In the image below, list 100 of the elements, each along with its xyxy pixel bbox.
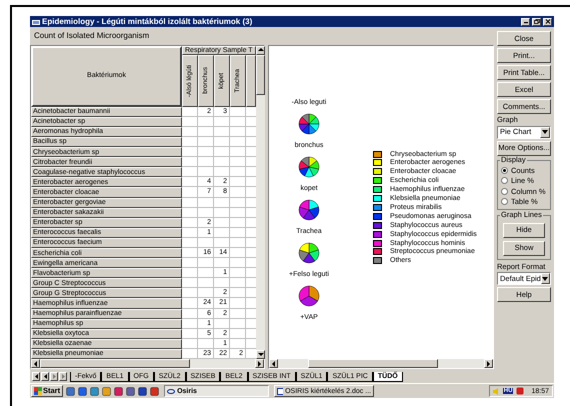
table-cell [246, 147, 256, 158]
scroll-thumb[interactable] [256, 54, 265, 95]
windows-logo-icon [34, 387, 42, 395]
table-cell [246, 298, 256, 309]
restore-button[interactable] [532, 18, 541, 26]
table-cell [182, 177, 198, 188]
table-cell [246, 258, 256, 268]
table-cell [230, 288, 246, 298]
horizontal-scrollbar[interactable] [31, 359, 264, 368]
table-cell [182, 248, 198, 258]
table-cell [182, 208, 198, 218]
table-cell [230, 258, 246, 268]
scroll-right-button[interactable] [484, 359, 493, 368]
table-cell [182, 228, 198, 238]
table-cell [230, 328, 246, 339]
table-cell [198, 157, 214, 168]
table-cell [246, 187, 256, 198]
table-cell [182, 136, 198, 148]
pie-chart-drawing [298, 112, 320, 135]
table-cell [214, 167, 230, 178]
table-cell [182, 268, 198, 278]
table-cell [246, 126, 256, 137]
table-cell [214, 218, 230, 228]
table-cell [198, 338, 214, 349]
table-cell [214, 116, 230, 127]
table-cell [198, 208, 214, 218]
table-cell [182, 147, 198, 158]
table-cell [182, 288, 198, 298]
scroll-up-button[interactable] [256, 46, 265, 55]
table-cell [246, 106, 256, 117]
report-caption: Count of Isolated Microorganism [34, 30, 150, 42]
document-icon [277, 388, 284, 394]
table-cell [246, 136, 256, 148]
table-cell [246, 116, 256, 127]
table-cell [198, 258, 214, 268]
table-cell [198, 167, 214, 178]
minimize-icon [522, 19, 528, 24]
table-cell [182, 157, 198, 168]
tray-icon[interactable] [516, 387, 524, 395]
table-cell [230, 228, 246, 238]
table-cell [246, 248, 256, 258]
table-cell [182, 198, 198, 208]
table-cell [230, 248, 246, 258]
table-cell [230, 208, 246, 218]
table-cell [246, 208, 256, 218]
table-cell [182, 126, 198, 137]
table-cell [230, 126, 246, 137]
table-cell [182, 298, 198, 309]
table-cell [230, 187, 246, 198]
table-cell [246, 238, 256, 248]
table-cell [214, 157, 230, 168]
table-cell [246, 288, 256, 298]
table-cell [182, 348, 198, 359]
table-cell [182, 167, 198, 178]
scroll-left-button[interactable] [31, 359, 40, 368]
table-cell [182, 318, 198, 329]
sheet-nav-button[interactable] [50, 372, 58, 381]
table-cell [230, 318, 246, 329]
table-cell [246, 218, 256, 228]
close-icon [544, 19, 550, 24]
table-cell [198, 126, 214, 137]
sheet-nav-button[interactable] [59, 372, 67, 381]
scroll-thumb[interactable] [40, 359, 190, 368]
table-cell [182, 187, 198, 198]
table-cell [230, 298, 246, 309]
table-cell [214, 318, 230, 329]
table-cell [214, 147, 230, 158]
table-cell [230, 157, 246, 168]
table-cell [246, 177, 256, 188]
table-cell [246, 308, 256, 319]
table-cell [230, 338, 246, 349]
table-cell [214, 238, 230, 248]
table-cell [230, 278, 246, 288]
scroll-down-button[interactable] [256, 350, 265, 359]
close-button[interactable] [543, 18, 552, 26]
table-cell [198, 288, 214, 298]
sheet-nav-button[interactable] [32, 372, 40, 381]
vertical-scrollbar[interactable] [256, 46, 265, 359]
table-cell [230, 218, 246, 228]
horizontal-scrollbar[interactable] [269, 359, 493, 368]
minimize-button[interactable] [521, 18, 530, 26]
table-cell [246, 318, 256, 329]
pie-chart-drawing [298, 242, 320, 264]
table-cell [214, 278, 230, 288]
table-cell [198, 238, 214, 248]
column-header [246, 54, 256, 107]
scroll-right-button[interactable] [255, 359, 264, 368]
table-cell [246, 278, 256, 288]
window-title: Epidemiology - Légúti mintákból izolált baktériumok (3) [42, 18, 254, 26]
table-cell [214, 126, 230, 137]
table-cell [214, 228, 230, 238]
sheet-nav-button[interactable] [41, 372, 49, 381]
pie-chart-drawing [298, 198, 320, 221]
scroll-thumb[interactable] [308, 359, 438, 368]
table-cell [182, 238, 198, 248]
table-cell [230, 308, 246, 319]
table-cell [246, 328, 256, 339]
table-cell [230, 238, 246, 248]
table-cell [246, 268, 256, 278]
scroll-left-button[interactable] [269, 359, 278, 368]
